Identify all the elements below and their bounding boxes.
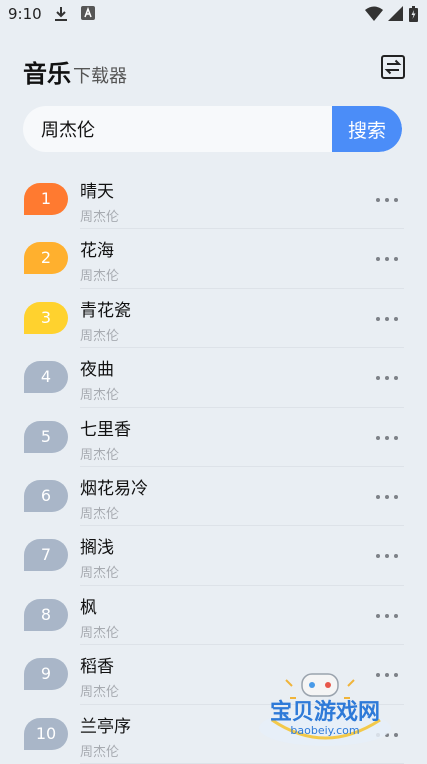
song-artist: 周杰伦 — [80, 447, 120, 463]
song-artist: 周杰伦 — [80, 328, 120, 344]
song-row[interactable]: 4 夜曲周杰伦 — [0, 348, 427, 408]
svg-text:baobeiy.com: baobeiy.com — [290, 724, 359, 737]
more-options-icon[interactable] — [376, 551, 400, 561]
song-title: 青花瓷 — [80, 300, 131, 321]
song-row[interactable]: 8 枫周杰伦 — [0, 586, 427, 646]
song-title: 搁浅 — [80, 538, 114, 559]
song-artist: 周杰伦 — [80, 388, 120, 404]
song-title: 烟花易冷 — [80, 478, 148, 499]
watermark-logo: 宝贝游戏网 baobeiy.com — [259, 673, 391, 746]
song-title: 七里香 — [80, 419, 131, 440]
wifi-icon — [365, 6, 383, 21]
song-row[interactable]: 2 花海周杰伦 — [0, 229, 427, 289]
rank-badge: 8 — [24, 598, 68, 631]
switch-source-button[interactable] — [380, 54, 406, 80]
rank-badge: 6 — [24, 479, 68, 512]
search-box: 搜索 — [23, 106, 402, 152]
song-artist: 周杰伦 — [80, 210, 120, 225]
rank-badge: 9 — [24, 658, 68, 691]
app-title: 音乐 下载器 — [23, 54, 127, 89]
app-title-sub: 下载器 — [73, 66, 127, 87]
rank-badge: 3 — [24, 301, 68, 334]
song-title: 枫 — [80, 597, 97, 618]
song-title: 夜曲 — [80, 360, 114, 381]
song-row[interactable]: 3 青花瓷周杰伦 — [0, 289, 427, 349]
signal-icon — [388, 6, 403, 21]
app-title-main: 音乐 — [23, 60, 71, 88]
song-title: 稻香 — [80, 657, 114, 678]
battery-icon — [409, 6, 418, 22]
search-button[interactable]: 搜索 — [332, 106, 402, 152]
song-title: 晴天 — [80, 182, 114, 202]
rank-badge: 4 — [24, 361, 68, 394]
song-row[interactable]: 5 七里香周杰伦 — [0, 408, 427, 467]
rank-badge: 2 — [24, 242, 68, 275]
rank-badge: 10 — [24, 717, 68, 750]
app-notification-icon — [81, 6, 95, 20]
song-title: 兰亭序 — [80, 716, 131, 737]
more-options-icon[interactable] — [376, 611, 400, 621]
search-input[interactable] — [41, 106, 341, 152]
more-options-icon[interactable] — [376, 254, 400, 264]
rank-badge: 7 — [24, 539, 68, 572]
more-options-icon[interactable] — [376, 314, 400, 324]
download-icon — [55, 7, 67, 21]
song-artist: 周杰伦 — [80, 269, 120, 285]
song-artist: 周杰伦 — [80, 625, 120, 641]
song-row[interactable]: 7 搁浅周杰伦 — [0, 526, 427, 586]
song-row[interactable]: 6 烟花易冷周杰伦 — [0, 467, 427, 527]
song-artist: 周杰伦 — [80, 566, 120, 582]
more-options-icon[interactable] — [376, 433, 400, 443]
more-options-icon[interactable] — [376, 492, 400, 502]
song-title: 花海 — [80, 241, 114, 262]
song-artist: 周杰伦 — [80, 506, 120, 522]
status-bar: 9:10 — [0, 0, 427, 30]
song-artist: 周杰伦 — [80, 685, 120, 701]
svg-text:宝贝游戏网: 宝贝游戏网 — [270, 699, 380, 725]
song-artist: 周杰伦 — [80, 744, 120, 760]
rank-badge: 5 — [24, 420, 68, 453]
more-options-icon[interactable] — [376, 373, 400, 383]
rank-badge: 1 — [24, 183, 68, 215]
song-row[interactable]: 1 晴天周杰伦 — [0, 170, 427, 230]
more-options-icon[interactable] — [376, 195, 400, 205]
status-time: 9:10 — [8, 5, 42, 23]
